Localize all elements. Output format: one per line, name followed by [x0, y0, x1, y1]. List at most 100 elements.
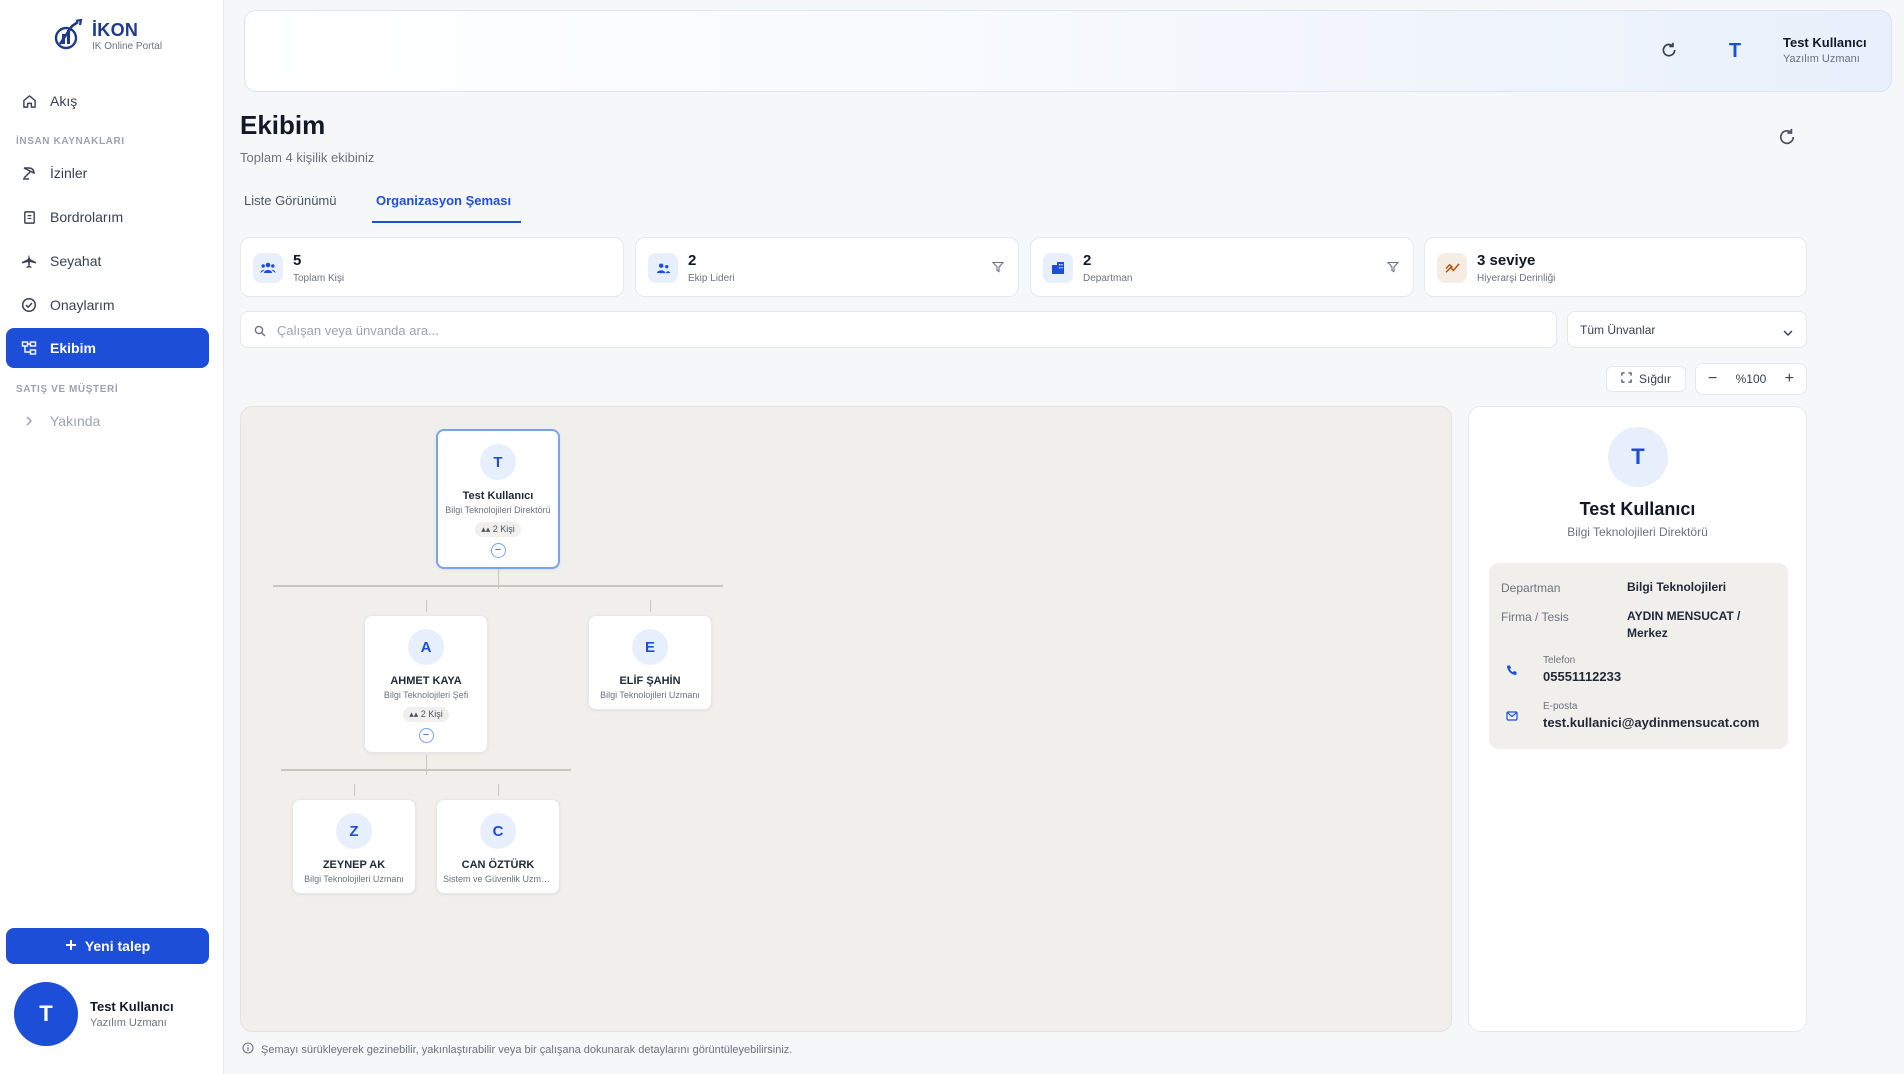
avatar: C — [480, 813, 516, 849]
fit-button[interactable]: Sığdır — [1606, 366, 1686, 392]
node-title: Bilgi Teknolojileri Şefi — [383, 690, 469, 700]
users-icon: ▴▴ — [481, 524, 491, 534]
users-icon: ▴▴ — [409, 709, 419, 719]
phone-icon — [1499, 657, 1525, 683]
sidebar-item-label: Akış — [50, 93, 78, 109]
sidebar-item-akis[interactable]: Akış — [6, 81, 209, 121]
org-chart-canvas[interactable]: T Test Kullanıcı Bilgi Teknolojileri Dir… — [240, 406, 1452, 1032]
building-icon — [1043, 253, 1073, 283]
stat-label: Toplam Kişi — [293, 273, 345, 284]
sidebar-item-label: Ekibim — [50, 340, 96, 356]
select-value: Tüm Ünvanlar — [1580, 323, 1656, 337]
search-input[interactable]: Çalışan veya ünvanda ara... — [240, 311, 1557, 348]
stat-card-hierarchy: 3 seviye Hiyerarşi Derinliği — [1424, 237, 1807, 297]
hierarchy-icon — [1437, 253, 1467, 283]
sidebar-section-hr: İNSAN KAYNAKLARI — [16, 136, 125, 147]
node-name: AHMET KAYA — [390, 675, 462, 687]
avatar: T — [1608, 427, 1668, 487]
stat-label: Hiyerarşi Derinliği — [1477, 273, 1556, 284]
sidebar-item-label: Onaylarım — [50, 297, 115, 313]
sidebar-item-onaylarim[interactable]: Onaylarım — [6, 285, 209, 325]
tab-list-view[interactable]: Liste Görünümü — [244, 193, 348, 223]
team-count-badge: ▴▴ 2 Kişi — [475, 522, 521, 537]
team-count-badge: ▴▴ 2 Kişi — [403, 707, 449, 722]
sidebar-section-sales: SATIŞ VE MÜŞTERİ — [16, 384, 119, 395]
phone-label: Telefon — [1543, 655, 1576, 666]
org-node[interactable]: C CAN ÖZTÜRK Sistem ve Güvenlik Uzmanı — [436, 799, 560, 894]
user-role: Yazılım Uzmanı — [90, 1017, 167, 1029]
page-subtitle: Toplam 4 kişilik ekibiniz — [240, 150, 375, 165]
phone-value[interactable]: 05551112233 — [1543, 669, 1621, 684]
refresh-icon[interactable] — [1777, 127, 1799, 149]
help-note: Şemayı sürükleyerek gezinebilir, yakınla… — [242, 1042, 792, 1057]
payroll-icon — [20, 208, 38, 226]
stat-card-departments[interactable]: 2 Departman — [1030, 237, 1414, 297]
employee-detail-panel: T Test Kullanıcı Bilgi Teknolojileri Dir… — [1468, 406, 1807, 1032]
sidebar-item-seyahat[interactable]: Seyahat — [6, 241, 209, 281]
stat-card-team-leaders[interactable]: 2 Ekip Lideri — [635, 237, 1019, 297]
stat-value: 3 seviye — [1477, 252, 1536, 269]
tab-org-chart[interactable]: Organizasyon Şeması — [372, 193, 521, 223]
refresh-icon[interactable] — [1660, 41, 1680, 61]
node-title: Bilgi Teknolojileri Uzmanı — [600, 690, 700, 700]
search-icon — [254, 324, 266, 342]
logo-icon — [54, 18, 83, 50]
connector-line — [426, 755, 427, 775]
detail-name: Test Kullanıcı — [1579, 499, 1696, 519]
email-value[interactable]: test.kullanici@aydinmensucat.com — [1543, 715, 1759, 730]
brand-logo[interactable]: İKON IK Online Portal — [52, 18, 162, 54]
sidebar-item-yakinda[interactable]: Yakında — [6, 401, 209, 441]
topbar-user[interactable]: Test Kullanıcı Yazılım Uzmanı — [1783, 35, 1867, 65]
sidebar-item-label: Bordrolarım — [50, 209, 124, 225]
avatar: E — [632, 629, 668, 665]
brand-subtitle: IK Online Portal — [92, 40, 163, 52]
org-node[interactable]: Z ZEYNEP AK Bilgi Teknolojileri Uzmanı — [292, 799, 416, 894]
collapse-button[interactable]: − — [490, 543, 506, 558]
stat-label: Ekip Lideri — [688, 273, 735, 284]
stat-card-total: 5 Toplam Kişi — [240, 237, 624, 297]
sidebar-item-bordrolarim[interactable]: Bordrolarım — [6, 197, 209, 237]
home-icon — [20, 92, 38, 110]
node-name: CAN ÖZTÜRK — [461, 859, 535, 871]
company-label: Firma / Tesis — [1501, 610, 1569, 624]
filter-icon[interactable] — [1386, 260, 1401, 274]
sidebar-item-izinler[interactable]: İzinler — [6, 153, 209, 193]
sidebar: İKON IK Online Portal Akış İNSAN KAYNAKL… — [0, 0, 224, 1074]
search-placeholder: Çalışan veya ünvanda ara... — [277, 323, 439, 338]
zoom-out-button[interactable]: − — [1708, 370, 1717, 388]
org-node[interactable]: A AHMET KAYA Bilgi Teknolojileri Şefi ▴▴… — [364, 615, 488, 753]
title-filter-select[interactable]: Tüm Ünvanlar — [1567, 311, 1807, 348]
help-text: Şemayı sürükleyerek gezinebilir, yakınla… — [261, 1043, 793, 1056]
users-icon — [253, 253, 283, 283]
sidebar-item-ekibim[interactable]: Ekibim — [6, 328, 209, 368]
avatar: T — [14, 982, 78, 1046]
new-request-button[interactable]: Yeni talep — [6, 928, 209, 964]
sidebar-item-label: İzinler — [50, 165, 88, 181]
connector-line — [498, 784, 499, 796]
info-icon — [242, 1042, 254, 1057]
detail-info-box: Departman Bilgi Teknolojileri Firma / Te… — [1489, 563, 1788, 749]
org-node-root[interactable]: T Test Kullanıcı Bilgi Teknolojileri Dir… — [436, 429, 560, 569]
avatar[interactable]: T — [1715, 31, 1755, 71]
zoom-level: %100 — [1735, 372, 1767, 386]
filter-icon[interactable] — [991, 260, 1006, 274]
detail-role: Bilgi Teknolojileri Direktörü — [1567, 525, 1708, 539]
org-chart-icon — [20, 339, 38, 357]
top-bar: T Test Kullanıcı Yazılım Uzmanı — [244, 10, 1892, 92]
company-value: AYDIN MENSUCAT / Merkez — [1627, 609, 1741, 640]
zoom-in-button[interactable]: + — [1785, 370, 1794, 388]
fit-label: Sığdır — [1638, 372, 1671, 386]
stat-value: 2 — [1083, 252, 1092, 269]
stat-value: 5 — [293, 252, 302, 269]
connector-line — [273, 585, 723, 587]
mail-icon — [1499, 703, 1525, 729]
department-label: Departman — [1501, 581, 1561, 595]
sidebar-user-profile[interactable]: T Test Kullanıcı Yazılım Uzmanı — [14, 982, 174, 1046]
zoom-control: − %100 + — [1695, 363, 1807, 395]
leave-icon — [20, 164, 38, 182]
org-node[interactable]: E ELİF ŞAHİN Bilgi Teknolojileri Uzmanı — [588, 615, 712, 710]
expand-icon — [1621, 372, 1632, 386]
node-name: Test Kullanıcı — [462, 490, 534, 502]
connector-line — [281, 769, 571, 771]
collapse-button[interactable]: − — [418, 728, 434, 743]
